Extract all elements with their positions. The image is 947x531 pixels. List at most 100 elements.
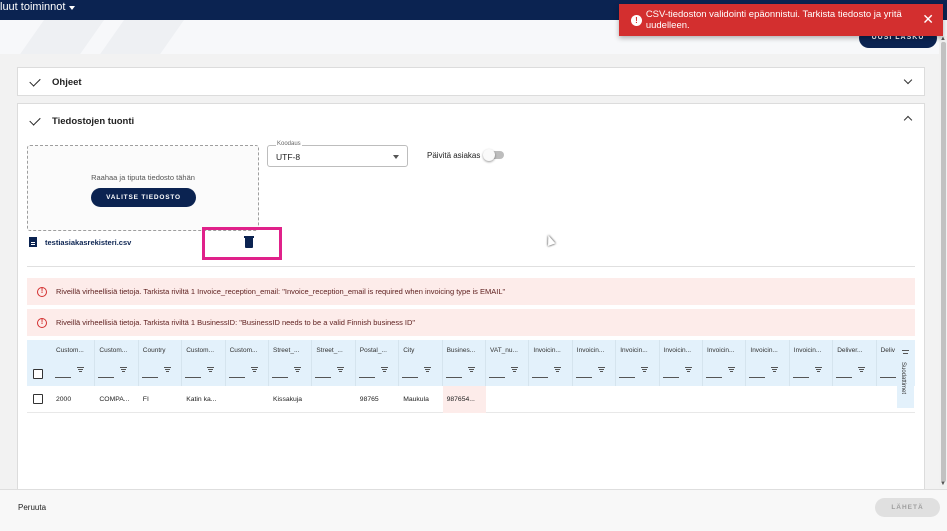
- table-cell[interactable]: [529, 386, 572, 413]
- filters-side-panel[interactable]: Suodattimet: [897, 340, 914, 408]
- row-checkbox[interactable]: [33, 394, 43, 404]
- filter-icon[interactable]: [380, 367, 388, 372]
- scroll-up-arrow-icon[interactable]: ▲: [940, 36, 946, 42]
- filter-icon[interactable]: [597, 367, 605, 372]
- column-header[interactable]: Custom...: [95, 340, 139, 386]
- filter-icon[interactable]: [294, 367, 301, 372]
- column-filter-input[interactable]: [402, 377, 419, 378]
- column-filter-input[interactable]: [706, 377, 722, 378]
- column-header[interactable]: Invoicin...: [573, 340, 617, 386]
- filter-icon[interactable]: [207, 367, 215, 372]
- column-header[interactable]: City: [399, 340, 443, 386]
- column-filter-input[interactable]: [619, 377, 636, 378]
- table-cell[interactable]: [703, 386, 746, 413]
- table-cell[interactable]: [746, 386, 789, 413]
- filter-icon[interactable]: [641, 367, 649, 372]
- trash-icon[interactable]: [244, 236, 254, 248]
- column-filter-input[interactable]: [358, 377, 375, 378]
- file-dropzone[interactable]: Raahaa ja tiputa tiedosto tähän VALITSE …: [27, 145, 259, 231]
- column-header[interactable]: Invoicin...: [790, 340, 834, 386]
- table-cell[interactable]: COMPA...: [95, 386, 138, 413]
- filter-icon[interactable]: [771, 367, 779, 372]
- filter-icon[interactable]: [554, 367, 562, 372]
- column-header[interactable]: Custom...: [226, 340, 269, 386]
- column-filter-input[interactable]: [836, 377, 853, 378]
- column-filter-input[interactable]: [185, 377, 202, 378]
- column-header[interactable]: Country: [139, 340, 183, 386]
- column-header[interactable]: Street_...: [269, 340, 313, 386]
- column-filter-input[interactable]: [141, 377, 158, 378]
- filter-icon[interactable]: [858, 367, 866, 372]
- column-header[interactable]: Invoicin...: [746, 340, 790, 386]
- table-cell[interactable]: FI: [139, 386, 182, 413]
- column-header[interactable]: Invoicin...: [529, 340, 573, 386]
- column-header[interactable]: Custom...: [52, 340, 96, 386]
- column-header[interactable]: Invoicin...: [660, 340, 703, 386]
- column-filter-input[interactable]: [662, 377, 679, 378]
- scrollbar-thumb[interactable]: [941, 42, 946, 482]
- table-cell[interactable]: 2000: [52, 386, 95, 413]
- filter-icon[interactable]: [684, 367, 692, 372]
- column-filter-input[interactable]: [879, 377, 896, 378]
- file-import-panel-header[interactable]: Tiedostojen tuonti: [18, 104, 924, 138]
- instructions-panel-header[interactable]: Ohjeet: [18, 68, 924, 97]
- column-filter-input[interactable]: [792, 377, 809, 378]
- column-header[interactable]: Invoicin...: [616, 340, 660, 386]
- cancel-button[interactable]: Peruuta: [18, 503, 46, 512]
- table-cell[interactable]: [573, 386, 616, 413]
- table-cell[interactable]: [226, 386, 269, 413]
- actions-menu[interactable]: luut toiminnot: [0, 1, 76, 13]
- column-filter-input[interactable]: [532, 377, 549, 378]
- filter-icon[interactable]: [511, 367, 518, 372]
- table-cell[interactable]: 98765: [356, 386, 399, 413]
- column-filter-input[interactable]: [575, 377, 592, 378]
- column-header[interactable]: Invoicin...: [703, 340, 747, 386]
- table-row[interactable]: 2000 COMPA... FI Katin ka... Kissakuja 98765 M…: [27, 386, 915, 413]
- chevron-down-icon[interactable]: [903, 75, 913, 85]
- table-cell[interactable]: [486, 386, 529, 413]
- column-filter-input[interactable]: [272, 377, 288, 378]
- table-cell[interactable]: [616, 386, 659, 413]
- close-icon[interactable]: ✕: [922, 12, 934, 26]
- scroll-down-arrow-icon[interactable]: ▼: [940, 481, 946, 487]
- table-cell[interactable]: 987654...: [442, 386, 486, 413]
- table-cell[interactable]: [660, 386, 703, 413]
- filter-icon[interactable]: [77, 367, 84, 372]
- filter-icon[interactable]: [467, 367, 475, 372]
- filter-icon[interactable]: [814, 367, 822, 372]
- table-cell[interactable]: [833, 386, 876, 413]
- filter-icon[interactable]: [250, 367, 258, 372]
- chevron-up-icon[interactable]: [903, 115, 913, 125]
- table-cell[interactable]: [312, 386, 355, 413]
- column-header[interactable]: Custom...: [182, 340, 226, 386]
- filter-icon[interactable]: [163, 367, 171, 372]
- column-filter-input[interactable]: [749, 377, 766, 378]
- table-cell[interactable]: [790, 386, 833, 413]
- filter-icon[interactable]: [337, 367, 345, 372]
- instructions-title: Ohjeet: [52, 77, 82, 88]
- column-filter-input[interactable]: [55, 377, 71, 378]
- choose-file-button[interactable]: VALITSE TIEDOSTO: [91, 188, 196, 207]
- table-cell[interactable]: Katin ka...: [182, 386, 225, 413]
- column-filter-input[interactable]: [445, 377, 462, 378]
- filter-icon[interactable]: [120, 367, 128, 372]
- update-customer-toggle[interactable]: [483, 149, 504, 161]
- table-cell[interactable]: Maukula: [399, 386, 442, 413]
- actions-menu-label: luut toiminnot: [0, 1, 66, 13]
- table-cell[interactable]: Kissakuja: [269, 386, 312, 413]
- alert-text: Riveillä virheellisiä tietoja. Tarkista …: [56, 287, 506, 296]
- filter-icon[interactable]: [728, 367, 735, 372]
- column-header[interactable]: VAT_nu...: [486, 340, 530, 386]
- column-filter-input[interactable]: [98, 377, 115, 378]
- column-header[interactable]: Postal_...: [356, 340, 400, 386]
- send-button[interactable]: LÄHETÄ: [875, 498, 940, 517]
- select-all-checkbox[interactable]: [33, 369, 43, 379]
- column-filter-input[interactable]: [315, 377, 332, 378]
- filter-icon[interactable]: [424, 367, 432, 372]
- column-header[interactable]: Deliver...: [833, 340, 877, 386]
- column-filter-input[interactable]: [489, 377, 505, 378]
- column-filter-input[interactable]: [228, 377, 245, 378]
- column-header[interactable]: Busines...: [443, 340, 486, 386]
- column-header[interactable]: Street_...: [312, 340, 356, 386]
- encoding-select[interactable]: Koodaus UTF-8: [267, 141, 408, 167]
